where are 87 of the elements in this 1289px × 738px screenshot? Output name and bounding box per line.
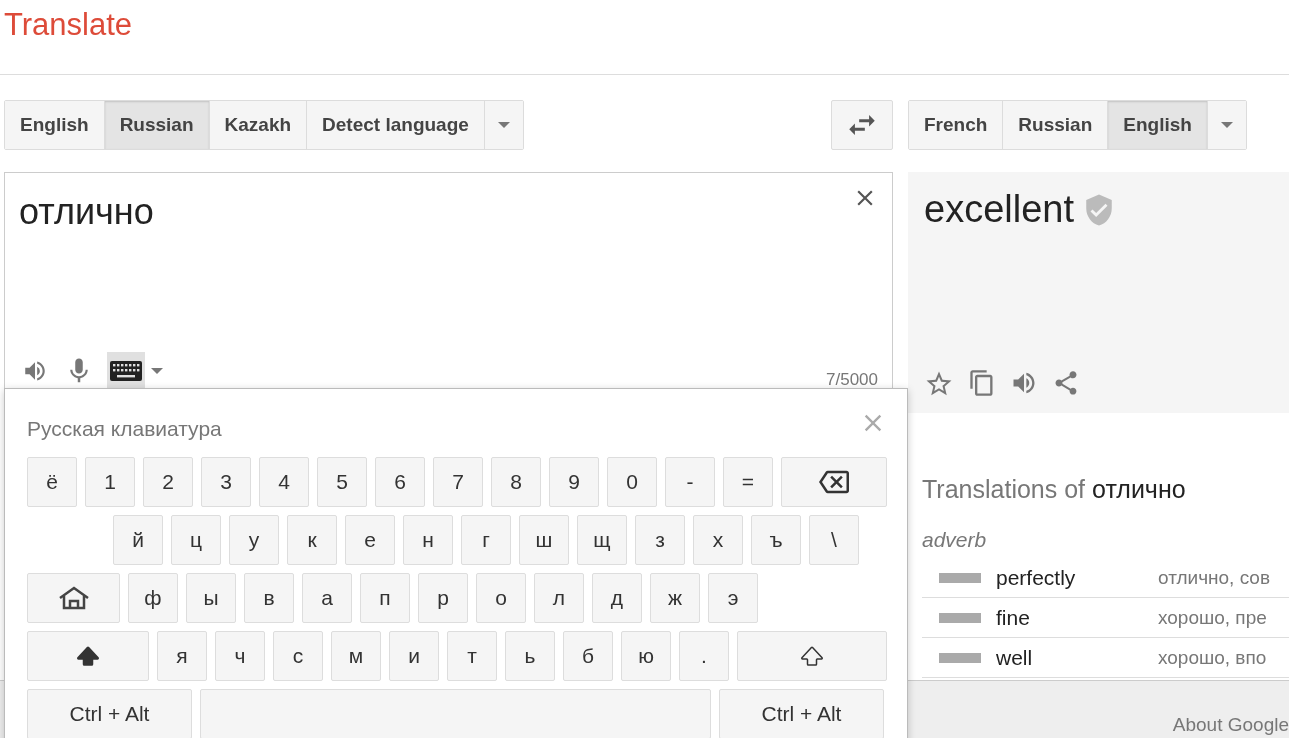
keyboard-key[interactable]: э bbox=[708, 573, 758, 623]
keyboard-key[interactable]: ф bbox=[128, 573, 178, 623]
language-tab[interactable]: Russian bbox=[104, 101, 210, 149]
reverse-translations: отлично, сов bbox=[1158, 566, 1271, 589]
keyboard-key[interactable]: д bbox=[592, 573, 642, 623]
copy-icon bbox=[968, 369, 996, 397]
keyboard-key[interactable]: ш bbox=[519, 515, 569, 565]
reverse-translations: хорошо, впо bbox=[1158, 646, 1267, 669]
frequency-meter bbox=[939, 652, 981, 663]
keyboard-key[interactable]: м bbox=[331, 631, 381, 681]
keyboard-key[interactable]: ю bbox=[621, 631, 671, 681]
shift-icon bbox=[76, 644, 100, 668]
keyboard-key[interactable]: п bbox=[360, 573, 410, 623]
keyboard-key[interactable]: ц bbox=[171, 515, 221, 565]
about-link[interactable]: About Google bbox=[1172, 714, 1289, 736]
caret-icon[interactable] bbox=[151, 368, 163, 374]
keyboard-key[interactable]: с bbox=[273, 631, 323, 681]
keyboard-button[interactable] bbox=[107, 352, 145, 390]
language-tab[interactable]: Russian bbox=[1003, 101, 1109, 149]
keyboard-key[interactable]: в bbox=[244, 573, 294, 623]
keyboard-key[interactable]: 2 bbox=[143, 457, 193, 507]
ctrl-alt-key[interactable]: Ctrl + Alt bbox=[719, 689, 884, 738]
keyboard-key[interactable]: ч bbox=[215, 631, 265, 681]
language-tab[interactable]: Detect language bbox=[307, 101, 485, 149]
keyboard-key[interactable]: р bbox=[418, 573, 468, 623]
keyboard-title: Русская клавиатура bbox=[27, 417, 222, 441]
keyboard-key[interactable]: х bbox=[693, 515, 743, 565]
swap-languages-button[interactable] bbox=[831, 100, 893, 150]
language-tab[interactable]: English bbox=[1108, 101, 1208, 149]
translation-word[interactable]: perfectly bbox=[996, 565, 1076, 590]
backspace-key[interactable] bbox=[781, 457, 887, 507]
keyboard-key[interactable]: з bbox=[635, 515, 685, 565]
copy-button[interactable] bbox=[968, 369, 996, 399]
translation-text: excellent bbox=[924, 188, 1074, 231]
keyboard-icon bbox=[110, 361, 142, 381]
shift-key[interactable] bbox=[27, 631, 149, 681]
keyboard-key[interactable]: ь bbox=[505, 631, 555, 681]
character-counter: 7/5000 bbox=[826, 370, 878, 390]
part-of-speech: adverb bbox=[922, 528, 988, 552]
keyboard-key[interactable]: 6 bbox=[375, 457, 425, 507]
keyboard-key[interactable]: и bbox=[389, 631, 439, 681]
ctrl-alt-key[interactable]: Ctrl + Alt bbox=[27, 689, 192, 738]
keyboard-key[interactable]: к bbox=[287, 515, 337, 565]
keyboard-key[interactable]: т bbox=[447, 631, 497, 681]
translations-heading: Translations of bbox=[922, 475, 1086, 504]
keyboard-key[interactable]: = bbox=[723, 457, 773, 507]
keyboard-key[interactable]: - bbox=[665, 457, 715, 507]
keyboard-key[interactable]: о bbox=[476, 573, 526, 623]
keyboard-key[interactable]: 0 bbox=[607, 457, 657, 507]
keyboard-key[interactable]: \ bbox=[809, 515, 859, 565]
keyboard-key[interactable]: 8 bbox=[491, 457, 541, 507]
keyboard-key[interactable]: а bbox=[302, 573, 352, 623]
keyboard-key[interactable]: ъ bbox=[751, 515, 801, 565]
source-text: отлично bbox=[19, 191, 154, 233]
frequency-meter bbox=[939, 612, 981, 623]
keyboard-key[interactable]: е bbox=[345, 515, 395, 565]
keyboard-key[interactable]: й bbox=[113, 515, 163, 565]
language-tab[interactable]: Kazakh bbox=[209, 101, 308, 149]
translation-word[interactable]: well bbox=[996, 645, 1033, 670]
keyboard-key[interactable]: я bbox=[157, 631, 207, 681]
source-word: отлично bbox=[1092, 475, 1186, 504]
translation-word[interactable]: fine bbox=[996, 605, 1030, 630]
keyboard-key[interactable]: 3 bbox=[201, 457, 251, 507]
caret-icon bbox=[1220, 122, 1233, 128]
caret-icon bbox=[497, 122, 510, 128]
keyboard-key[interactable]: б bbox=[563, 631, 613, 681]
shift-icon bbox=[800, 644, 824, 668]
keyboard-key[interactable]: ж bbox=[650, 573, 700, 623]
frequency-meter bbox=[939, 572, 981, 583]
language-tab[interactable]: English bbox=[5, 101, 105, 149]
app-title: Translate bbox=[4, 7, 133, 43]
keyboard-key[interactable]: 1 bbox=[85, 457, 135, 507]
keyboard-key[interactable]: л bbox=[534, 573, 584, 623]
language-tab[interactable]: French bbox=[909, 101, 1004, 149]
keyboard-key[interactable]: . bbox=[679, 631, 729, 681]
keyboard-key[interactable]: 9 bbox=[549, 457, 599, 507]
keyboard-key[interactable]: 4 bbox=[259, 457, 309, 507]
keyboard-key[interactable]: г bbox=[461, 515, 511, 565]
reverse-translations: хорошо, пре bbox=[1158, 606, 1267, 629]
keyboard-key[interactable]: н bbox=[403, 515, 453, 565]
keyboard-key[interactable]: у bbox=[229, 515, 279, 565]
keyboard-key[interactable]: ё bbox=[27, 457, 77, 507]
keyboard-key[interactable]: ы bbox=[186, 573, 236, 623]
keyboard-key[interactable]: 5 bbox=[317, 457, 367, 507]
keyboard-key[interactable]: 7 bbox=[433, 457, 483, 507]
keyboard-key[interactable]: щ bbox=[577, 515, 627, 565]
layout-key[interactable] bbox=[27, 573, 120, 623]
